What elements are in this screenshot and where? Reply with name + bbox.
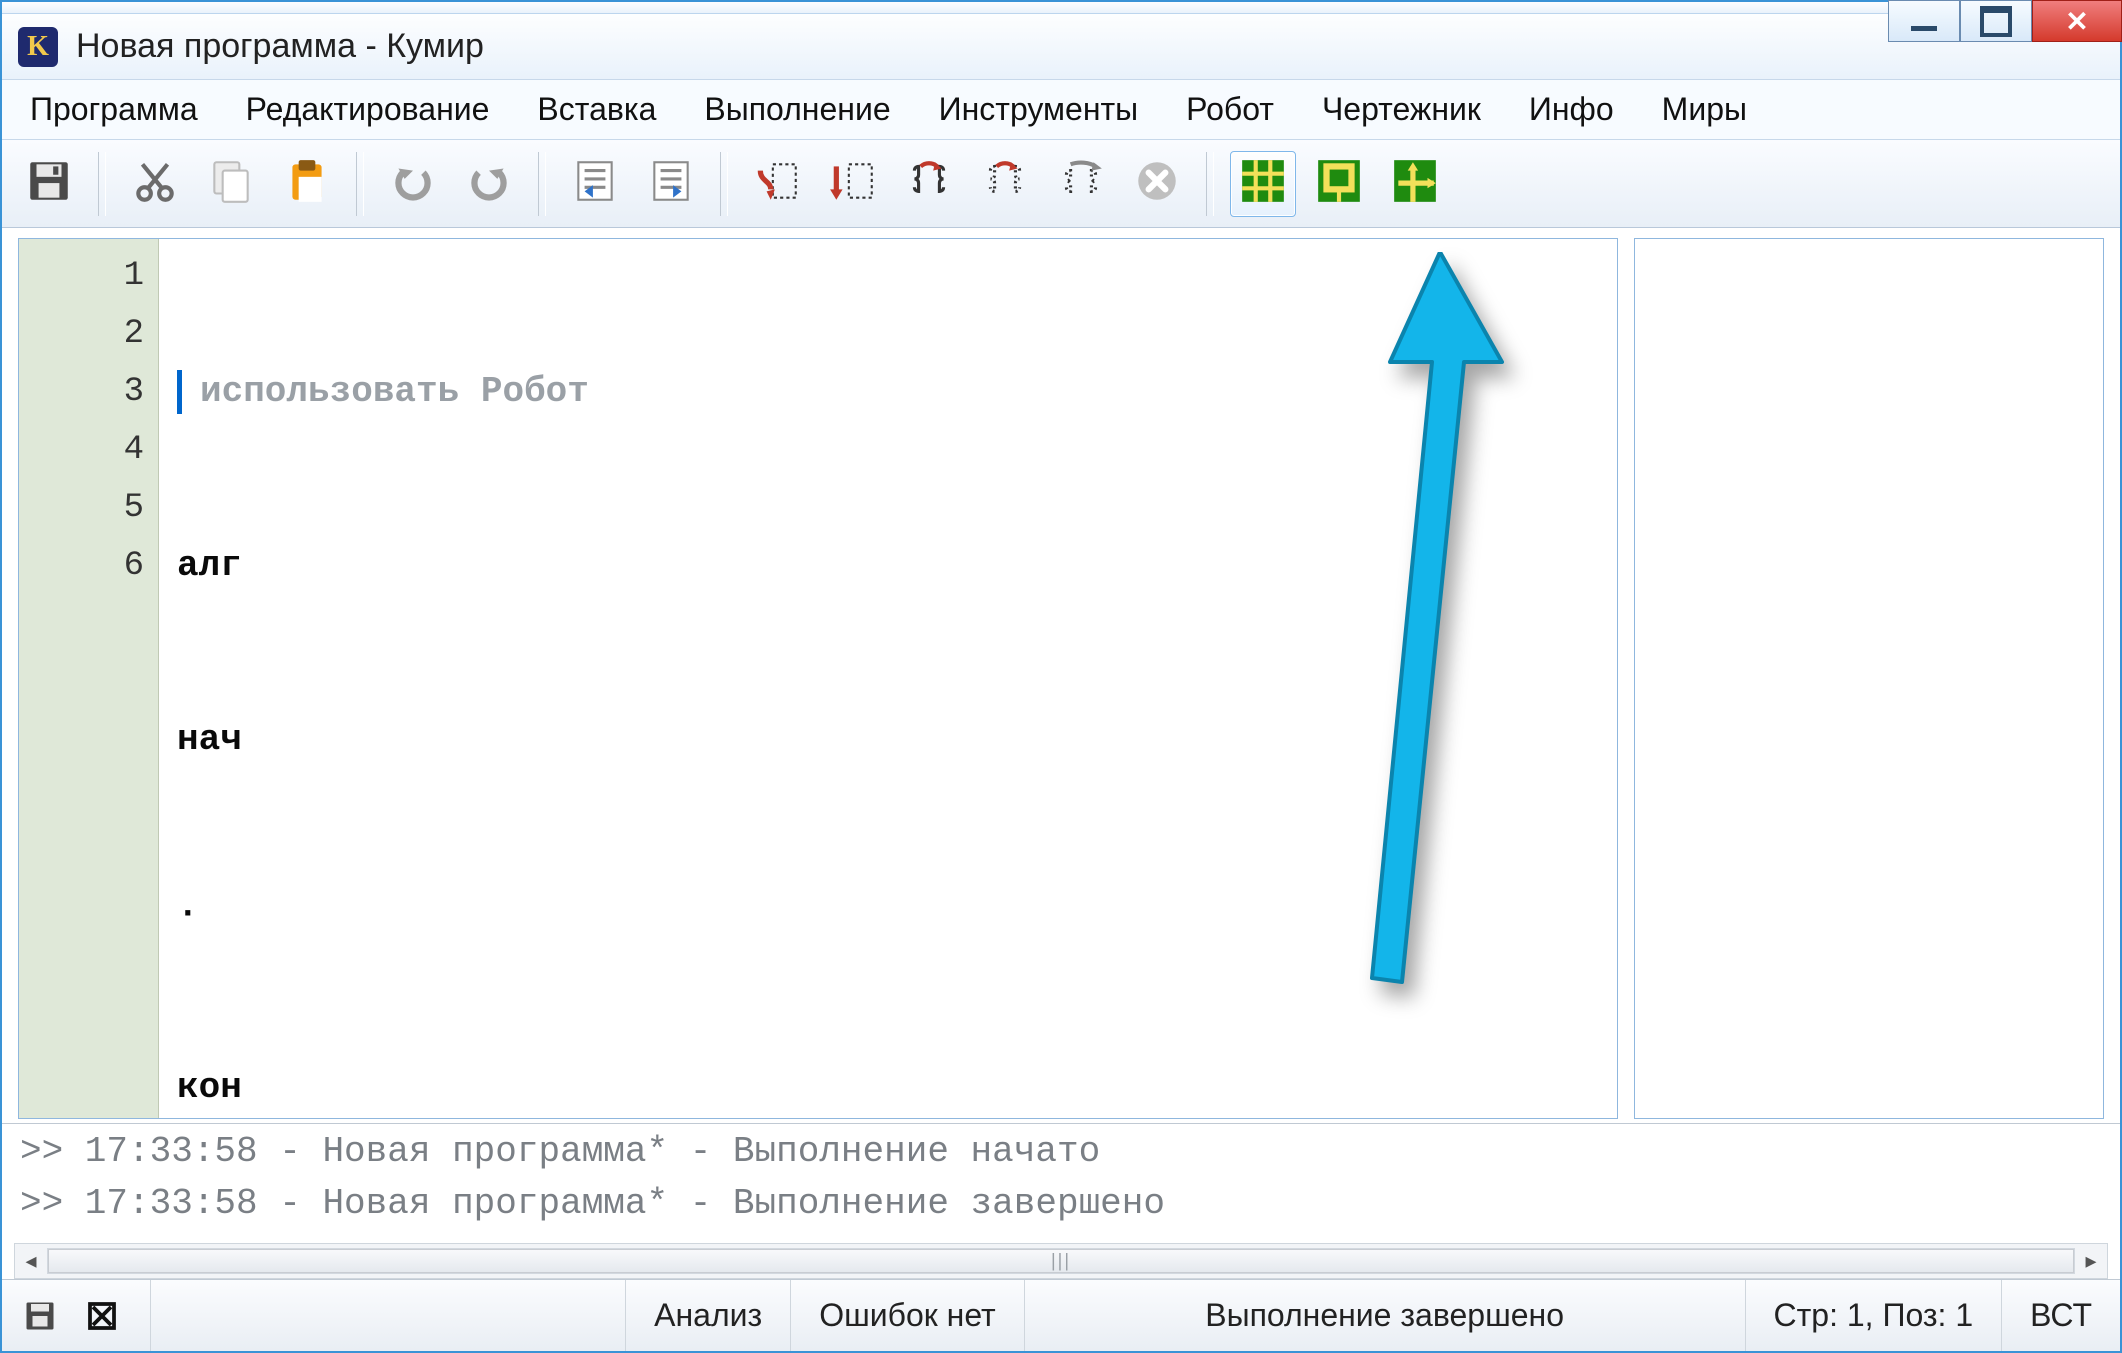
main-area: 1 2 3 4 5 6 использовать Робот алг нач ·… bbox=[2, 228, 2120, 1123]
line-number: 6 bbox=[19, 537, 144, 595]
menu-run[interactable]: Выполнение bbox=[704, 91, 890, 128]
cut-button[interactable] bbox=[122, 151, 188, 217]
menu-edit[interactable]: Редактирование bbox=[246, 91, 490, 128]
text-cursor bbox=[177, 370, 182, 414]
braces-dotted-arc-icon bbox=[980, 156, 1030, 211]
code-keyword: алг bbox=[177, 537, 242, 595]
editor-pane[interactable]: 1 2 3 4 5 6 использовать Робот алг нач ·… bbox=[18, 238, 1618, 1119]
indent-left-button[interactable] bbox=[562, 151, 628, 217]
toolbar bbox=[2, 140, 2120, 228]
indent-right-icon bbox=[646, 156, 696, 211]
app-icon: K bbox=[18, 27, 58, 67]
window-title: Новая программа - Кумир bbox=[76, 27, 484, 66]
robot-field-button[interactable] bbox=[1306, 151, 1372, 217]
robot-field-icon bbox=[1314, 156, 1364, 211]
code-dot: · bbox=[177, 885, 199, 943]
close-button[interactable] bbox=[2032, 0, 2122, 42]
line-number: 3 bbox=[19, 363, 144, 421]
toolbar-separator bbox=[98, 152, 106, 216]
copy-icon bbox=[206, 156, 256, 211]
app-window: K Новая программа - Кумир Программа Реда… bbox=[0, 0, 2122, 1353]
redo-icon bbox=[464, 156, 514, 211]
scroll-left-button[interactable]: ◂ bbox=[15, 1245, 47, 1277]
run-range-button[interactable] bbox=[896, 151, 962, 217]
step-over-icon bbox=[828, 156, 878, 211]
toolbar-separator bbox=[1206, 152, 1214, 216]
clear-icon[interactable] bbox=[82, 1296, 122, 1336]
toolbar-separator bbox=[720, 152, 728, 216]
menu-insert[interactable]: Вставка bbox=[537, 91, 656, 128]
run-part-button[interactable] bbox=[972, 151, 1038, 217]
undo-icon bbox=[388, 156, 438, 211]
scroll-right-button[interactable]: ▸ bbox=[2075, 1245, 2107, 1277]
toolbar-separator bbox=[356, 152, 364, 216]
step-over-button[interactable] bbox=[820, 151, 886, 217]
code-comment: использовать Робот bbox=[200, 363, 589, 421]
line-gutter: 1 2 3 4 5 6 bbox=[19, 239, 159, 1118]
line-number: 5 bbox=[19, 479, 144, 537]
menubar: Программа Редактирование Вставка Выполне… bbox=[2, 80, 2120, 140]
line-number: 1 bbox=[19, 247, 144, 305]
code-keyword: нач bbox=[177, 711, 242, 769]
step-into-button[interactable] bbox=[744, 151, 810, 217]
menu-drafter[interactable]: Чертежник bbox=[1322, 91, 1481, 128]
axes-icon bbox=[1390, 156, 1440, 211]
redo-button[interactable] bbox=[456, 151, 522, 217]
braces-arc-icon bbox=[904, 156, 954, 211]
line-number: 4 bbox=[19, 421, 144, 479]
undo-button[interactable] bbox=[380, 151, 446, 217]
scroll-track[interactable]: ||| bbox=[47, 1248, 2075, 1274]
scissors-icon bbox=[130, 156, 180, 211]
console-line: >> 17:33:58 - Новая программа* - Выполне… bbox=[20, 1178, 2102, 1230]
play-over-icon bbox=[1056, 156, 1106, 211]
indent-right-button[interactable] bbox=[638, 151, 704, 217]
status-cursor: Стр: 1, Поз: 1 bbox=[1745, 1280, 2002, 1351]
menu-robot[interactable]: Робот bbox=[1186, 91, 1274, 128]
output-console[interactable]: >> 17:33:58 - Новая программа* - Выполне… bbox=[2, 1123, 2120, 1243]
robot-axes-button[interactable] bbox=[1382, 151, 1448, 217]
window-buttons bbox=[1888, 0, 2122, 42]
paste-button[interactable] bbox=[274, 151, 340, 217]
maximize-button[interactable] bbox=[1960, 0, 2032, 42]
copy-button[interactable] bbox=[198, 151, 264, 217]
menu-info[interactable]: Инфо bbox=[1529, 91, 1614, 128]
stop-button[interactable] bbox=[1124, 151, 1190, 217]
horizontal-scrollbar[interactable]: ◂ ||| ▸ bbox=[14, 1243, 2108, 1279]
save-small-icon[interactable] bbox=[20, 1296, 60, 1336]
menu-tools[interactable]: Инструменты bbox=[939, 91, 1139, 128]
code-area[interactable]: использовать Робот алг нач · кон bbox=[159, 239, 1617, 1118]
save-icon bbox=[24, 156, 74, 211]
toolbar-separator bbox=[538, 152, 546, 216]
line-number: 2 bbox=[19, 305, 144, 363]
save-button[interactable] bbox=[16, 151, 82, 217]
side-pane[interactable]: Показать окно Робота bbox=[1634, 238, 2104, 1119]
step-into-icon bbox=[752, 156, 802, 211]
stop-icon bbox=[1132, 156, 1182, 211]
scroll-thumb[interactable]: ||| bbox=[48, 1249, 2074, 1273]
show-robot-window-button[interactable] bbox=[1230, 151, 1296, 217]
menu-worlds[interactable]: Миры bbox=[1662, 91, 1747, 128]
code-keyword: кон bbox=[177, 1059, 242, 1117]
console-line: >> 17:33:58 - Новая программа* - Выполне… bbox=[20, 1126, 2102, 1178]
status-insert-mode[interactable]: ВСТ bbox=[2001, 1280, 2120, 1351]
minimize-button[interactable] bbox=[1888, 0, 1960, 42]
window-chrome bbox=[2, 2, 2120, 14]
robot-grid-icon bbox=[1238, 156, 1288, 211]
scroll-grip-icon: ||| bbox=[1051, 1251, 1071, 1272]
run-button[interactable] bbox=[1048, 151, 1114, 217]
status-icons bbox=[2, 1280, 150, 1351]
paste-icon bbox=[282, 156, 332, 211]
titlebar[interactable]: K Новая программа - Кумир bbox=[2, 14, 2120, 80]
indent-left-icon bbox=[570, 156, 620, 211]
menu-program[interactable]: Программа bbox=[30, 91, 198, 128]
